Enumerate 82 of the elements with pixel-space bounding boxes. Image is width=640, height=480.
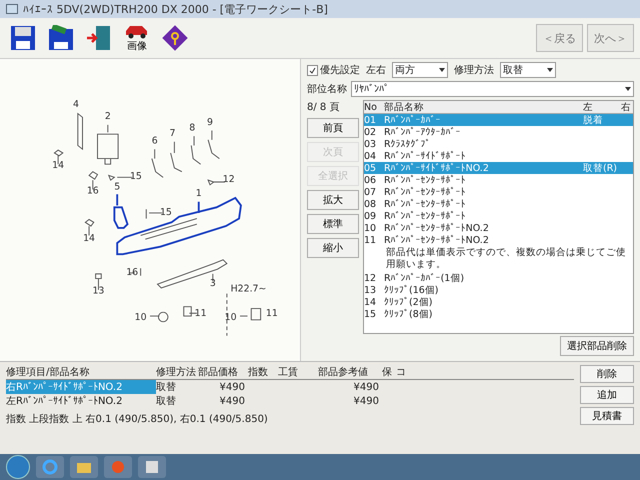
- callout-number: 8: [189, 122, 196, 134]
- column-header: コ: [396, 366, 407, 379]
- callout-number: 16: [126, 266, 138, 278]
- callout-number: 14: [52, 160, 64, 171]
- taskbar-icon[interactable]: [138, 456, 166, 478]
- parts-list-row[interactable]: 04 Rﾊﾞﾝﾊﾟｰｻｲﾄﾞｻﾎﾟｰﾄ: [364, 150, 633, 162]
- callout-number: 7: [170, 128, 176, 140]
- priority-checkbox[interactable]: [307, 64, 318, 76]
- page-indicator: 8/ 8 頁: [307, 101, 340, 114]
- delete-parts-button[interactable]: 選択部品削除: [560, 336, 634, 356]
- caret-icon: [547, 68, 553, 72]
- callout-number: 4: [72, 99, 79, 110]
- callout-number: 14: [83, 233, 96, 244]
- taskbar-icon[interactable]: [70, 456, 98, 478]
- callout-number: 11: [266, 308, 278, 320]
- parts-list-row[interactable]: 08 Rﾊﾞﾝﾊﾟｰｾﾝﾀｰｻﾎﾟｰﾄ: [364, 198, 633, 210]
- column-header: 修理項目/部品名称: [6, 366, 90, 379]
- parts-list-row[interactable]: 10 RﾊﾞﾝﾊﾟｰｾﾝﾀｰｻﾎﾟｰﾄNO.2: [364, 222, 633, 234]
- callout-number: 2: [104, 111, 111, 122]
- callout-number: 12: [222, 174, 235, 185]
- estimate-row[interactable]: 左RﾊﾞﾝﾊﾟｰｻｲﾄﾞｻﾎﾟｰﾄNO.2 取替 ¥490 ¥490: [6, 394, 574, 408]
- estimate-button[interactable]: 見積書: [580, 407, 634, 425]
- side-dropdown[interactable]: 両方: [392, 62, 448, 78]
- window-title: ﾊｲｴｰｽ 5DV(2WD)TRH200 DX 2000 - [電子ワークシート-B]: [23, 2, 328, 16]
- parts-list-row[interactable]: 06 Rﾊﾞﾝﾊﾟｰｾﾝﾀｰｻﾎﾟｰﾄ: [364, 174, 633, 186]
- parts-list-row[interactable]: 13 ｸﾘｯﾌﾟ(16個): [364, 284, 633, 296]
- side-button[interactable]: 標準: [307, 214, 359, 234]
- caret-icon: [625, 87, 631, 91]
- parts-list-row[interactable]: 03 Rｸﾗｽﾀｸﾞﾌﾟ: [364, 138, 633, 150]
- callout-number: 15: [130, 171, 142, 182]
- next-button[interactable]: 次へ＞: [587, 24, 634, 52]
- parts-list-row[interactable]: 09 Rﾊﾞﾝﾊﾟｰｾﾝﾀｰｻﾎﾟｰﾄ: [364, 210, 633, 222]
- price-note: 部品代は単価表示ですので、複数の場合は乗じてご使用願います。: [385, 246, 627, 272]
- parts-list-row[interactable]: 07 Rﾊﾞﾝﾊﾟｰｾﾝﾀｰｻﾎﾟｰﾄ: [364, 186, 633, 198]
- callout-number: 15: [160, 206, 172, 218]
- side-button[interactable]: 縮小: [307, 238, 359, 258]
- callout-number: 11: [194, 308, 207, 320]
- estimate-row[interactable]: 右RﾊﾞﾝﾊﾟｰｻｲﾄﾞｻﾎﾟｰﾄNO.2 取替 ¥490 ¥490: [6, 380, 574, 394]
- parts-list-row[interactable]: 12 Rﾊﾞﾝﾊﾟｰｶﾊﾞｰ(1個): [364, 272, 633, 284]
- parts-list-row[interactable]: 11 RﾊﾞﾝﾊﾟｰｾﾝﾀｰｻﾎﾟｰﾄNO.2: [364, 234, 633, 246]
- callout-number: 9: [207, 116, 213, 128]
- side-button[interactable]: 前頁: [307, 118, 359, 138]
- toolbar-button[interactable]: 画像: [120, 21, 154, 55]
- part-area-dropdown[interactable]: ﾘﾔﾊﾞﾝﾊﾟ: [351, 81, 634, 97]
- callout-number: 6: [152, 136, 158, 147]
- back-button[interactable]: ＜戻る: [536, 24, 583, 52]
- column-header: 指数: [248, 366, 269, 379]
- part-area-label: 部位名称: [307, 82, 347, 96]
- side-label: 左右: [366, 64, 386, 77]
- door-exit-icon: [86, 25, 112, 51]
- floppy-pencil-icon: [48, 25, 74, 51]
- parts-list-row[interactable]: 15 ｸﾘｯﾌﾟ(8個): [364, 308, 633, 320]
- method-label: 修理方法: [454, 64, 494, 77]
- column-header: 修理方法: [156, 366, 197, 379]
- estimate-button[interactable]: 追加: [580, 386, 634, 404]
- column-header: 右: [621, 101, 632, 114]
- column-header: 部品価格: [198, 366, 239, 379]
- car-icon: [124, 23, 150, 39]
- side-button[interactable]: 拡大: [307, 190, 359, 210]
- estimate-summary: 指数 上段指数 上 右0.1 (490/5.850), 右0.1 (490/5.850): [6, 412, 269, 426]
- column-header: 左: [583, 101, 594, 114]
- start-button[interactable]: [6, 455, 30, 479]
- column-header: 部品名称: [384, 101, 425, 114]
- parts-list-row[interactable]: 14 ｸﾘｯﾌﾟ(2個): [364, 296, 633, 308]
- column-header: 保: [382, 366, 393, 379]
- column-header: No: [364, 102, 378, 113]
- parts-list-row[interactable]: 02 Rﾊﾞﾝﾊﾟｰｱｳﾀｰｶﾊﾞｰ: [364, 126, 633, 138]
- column-header: 工賃: [278, 366, 299, 379]
- callout-number: 16: [86, 185, 99, 196]
- caret-icon: [439, 68, 445, 72]
- callout-number: 1: [196, 188, 202, 200]
- callout-number: 3: [210, 278, 216, 290]
- estimate-button[interactable]: 削除: [580, 365, 634, 383]
- callout-number: 10: [134, 312, 147, 323]
- app-icon: [6, 4, 18, 14]
- date-note: H22.7~: [230, 284, 266, 295]
- priority-label: 優先設定: [320, 64, 360, 77]
- column-header: 部品参考値: [318, 366, 369, 379]
- callout-number: 5: [114, 182, 120, 192]
- callout-number: 10: [224, 312, 237, 323]
- method-dropdown[interactable]: 取替: [500, 62, 556, 78]
- callout-number: 13: [92, 286, 104, 297]
